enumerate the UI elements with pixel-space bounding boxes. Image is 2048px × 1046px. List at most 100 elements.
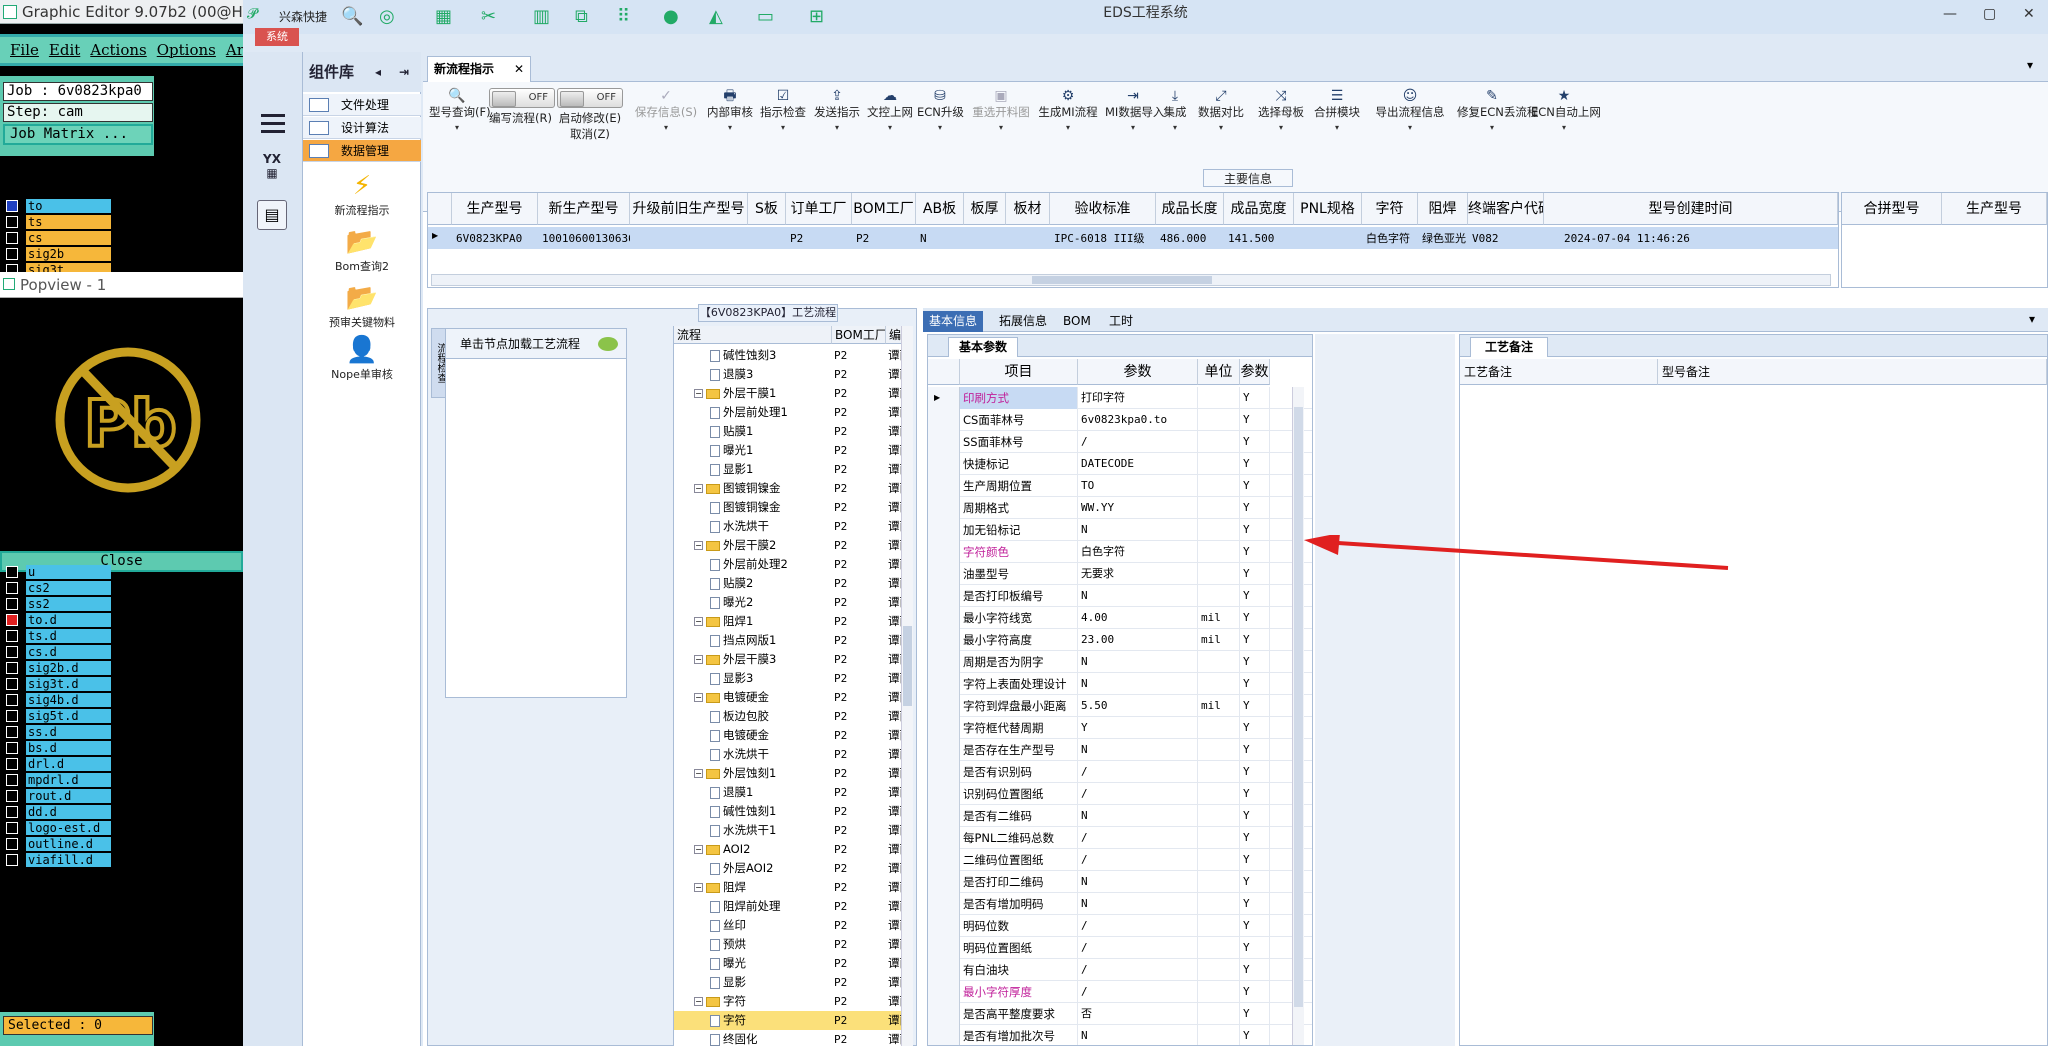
layer-checkbox[interactable] — [6, 661, 18, 674]
param-val[interactable]: N — [1078, 893, 1198, 915]
tree-node[interactable]: − 外层干膜1 — [694, 384, 832, 403]
param-row[interactable]: 快捷标记 DATECODE Y — [928, 453, 1312, 475]
layer-item[interactable]: ss2 — [6, 596, 111, 612]
tree-row[interactable]: 曝光P2谭丽红方幸幸已审核 — [674, 954, 913, 973]
apps-icon[interactable]: ⠿ — [617, 4, 630, 30]
grid-cell[interactable] — [1294, 229, 1362, 249]
grid-header[interactable]: 订单工厂 — [786, 193, 852, 225]
param-row[interactable]: 是否打印板编号 N Y — [928, 585, 1312, 607]
ribbon-button[interactable]: 🖶 内部审核 ▾ — [705, 88, 755, 136]
layer-item[interactable]: cs.d — [6, 644, 111, 660]
param-row[interactable]: 最小字符线宽 4.00 mil Y — [928, 607, 1312, 629]
tree-node[interactable]: 水洗烘干 — [710, 517, 832, 536]
layer-item[interactable]: ss.d — [6, 724, 111, 740]
minimize-button[interactable]: — — [1943, 6, 1957, 22]
ribbon-button[interactable]: ✓ 保存信息(S) ▾ — [633, 88, 699, 136]
param-val[interactable]: / — [1078, 783, 1198, 805]
tree-row[interactable]: 显影1P2谭丽红方幸幸已审核 — [674, 460, 913, 479]
param-val[interactable]: 否 — [1078, 1003, 1198, 1025]
param-val[interactable]: WW.YY — [1078, 497, 1198, 519]
grid-cell[interactable]: 486.000 — [1156, 229, 1224, 249]
grid-header[interactable]: 板材 — [1006, 193, 1050, 225]
monitor-icon[interactable]: ▭ — [757, 4, 774, 30]
param-row[interactable]: 周期是否为阴字 N Y — [928, 651, 1312, 673]
collapse-node-icon[interactable]: − — [694, 484, 703, 493]
tab-extended-info[interactable]: 拓展信息 — [993, 311, 1053, 332]
ribbon-button[interactable]: OFF 编写流程(R) — [489, 88, 555, 126]
tree-header[interactable]: 流程 — [674, 326, 832, 344]
param-row[interactable]: 加无铅标记 N Y — [928, 519, 1312, 541]
param-val[interactable]: TO — [1078, 475, 1198, 497]
tree-row[interactable]: 显影P2谭丽红方幸幸已审核 — [674, 973, 913, 992]
tool-new-flow[interactable]: ⚡ 新流程指示 — [303, 170, 421, 218]
ribbon-button[interactable]: ⇪ 发送指示 ▾ — [811, 88, 863, 136]
grid-cell[interactable]: 6V0823KPA0 — [452, 229, 538, 249]
layer-checkbox[interactable] — [6, 853, 18, 866]
layer-item[interactable]: sig4b.d — [6, 692, 111, 708]
windows-icon[interactable]: ⊞ — [809, 4, 824, 30]
collapse-node-icon[interactable]: − — [694, 997, 703, 1006]
param-row[interactable]: 最小字符高度 23.00 mil Y — [928, 629, 1312, 651]
grid-cell[interactable]: V082 — [1468, 229, 1544, 249]
tab-new-flow[interactable]: 新流程指示 ✕ — [427, 56, 531, 82]
tool-nope-review[interactable]: 👤 Nope单审核 — [303, 334, 421, 382]
tree-row[interactable]: 字符P2谭丽红方幸幸已审核 — [674, 1011, 913, 1030]
dropdown-caret-icon[interactable]: ▾ — [705, 120, 755, 136]
tree-node[interactable]: − 外层干膜2 — [694, 536, 832, 555]
param-row[interactable]: 是否有增加批次号 N Y — [928, 1025, 1312, 1045]
grid-header[interactable]: 型号创建时间 — [1544, 193, 1838, 225]
scrollbar-thumb[interactable] — [1032, 276, 1212, 284]
layer-item[interactable]: sig2b — [6, 246, 111, 262]
param-row[interactable]: 是否存在生产型号 N Y — [928, 739, 1312, 761]
param-val[interactable]: N — [1078, 519, 1198, 541]
param-row[interactable]: 字符框代替周期 Y Y — [928, 717, 1312, 739]
user-icon[interactable]: ● — [663, 4, 679, 30]
ribbon-button[interactable]: ⛁ ECN升级 ▾ — [917, 88, 964, 136]
menu-icon[interactable] — [261, 114, 285, 134]
grid-cell[interactable]: P2 — [786, 229, 852, 249]
job-matrix-button[interactable]: Job Matrix ... — [3, 124, 153, 145]
tree-header[interactable]: BOM工厂 — [832, 326, 886, 344]
layer-item[interactable]: cs2 — [6, 580, 111, 596]
grid-cell[interactable]: 2024-07-04 11:46:26 — [1544, 229, 1838, 249]
tree-node[interactable]: − 字符 — [694, 992, 832, 1011]
param-val[interactable]: / — [1078, 981, 1198, 1003]
param-val[interactable]: 无要求 — [1078, 563, 1198, 585]
layer-item[interactable]: logo-est.d — [6, 820, 111, 836]
lifebuoy-icon[interactable]: ◎ — [379, 4, 395, 30]
tree-node[interactable]: 预烘 — [710, 935, 832, 954]
grid-cell[interactable]: 141.500 — [1224, 229, 1294, 249]
table-icon[interactable]: ▦ — [435, 4, 452, 30]
param-row[interactable]: 每PNL二维码总数 / Y — [928, 827, 1312, 849]
chart-icon[interactable]: ◭ — [709, 4, 723, 30]
grid-cell[interactable]: IPC-6018 III级 — [1050, 229, 1156, 249]
layer-item[interactable]: ts.d — [6, 628, 111, 644]
collapse-node-icon[interactable]: − — [694, 883, 703, 892]
tree-row[interactable]: −字符P2谭丽红方幸幸已审核 — [674, 992, 913, 1011]
layer-checkbox[interactable] — [6, 789, 18, 802]
tool-prereview[interactable]: 📂 预审关键物料 — [303, 282, 421, 330]
layer-item[interactable]: drl.d — [6, 756, 111, 772]
param-row[interactable]: 最小字符厚度 / Y — [928, 981, 1312, 1003]
layer-checkbox[interactable] — [6, 709, 18, 722]
collapse-node-icon[interactable]: − — [694, 769, 703, 778]
grid-header[interactable]: 成品宽度 — [1224, 193, 1294, 225]
tree-node[interactable]: 外层前处理2 — [710, 555, 832, 574]
tree-row[interactable]: 外层前处理1P2谭丽红方幸幸已审核 — [674, 403, 913, 422]
dropdown-caret-icon[interactable]: ▾ — [811, 120, 863, 136]
layer-checkbox[interactable] — [6, 757, 18, 770]
layer-item[interactable]: to — [6, 198, 111, 214]
dropdown-caret-icon[interactable]: ▾ — [1159, 120, 1191, 136]
layer-checkbox[interactable] — [6, 693, 18, 706]
grid-cell[interactable] — [748, 229, 786, 249]
param-row[interactable]: 是否有增加明码 N Y — [928, 893, 1312, 915]
dropdown-caret-icon[interactable]: ▾ — [1253, 120, 1309, 136]
grid-header[interactable]: 终端客户代码 — [1468, 193, 1544, 225]
tree-node[interactable]: 碱性蚀刻1 — [710, 802, 832, 821]
tree-node[interactable]: 外层前处理1 — [710, 403, 832, 422]
layer-item[interactable]: sig2b.d — [6, 660, 111, 676]
layer-item[interactable]: rout.d — [6, 788, 111, 804]
tab-basic-params[interactable]: 基本参数 — [948, 337, 1019, 357]
layer-checkbox[interactable] — [6, 613, 18, 626]
dropdown-caret-icon[interactable]: ▾ — [759, 120, 807, 136]
